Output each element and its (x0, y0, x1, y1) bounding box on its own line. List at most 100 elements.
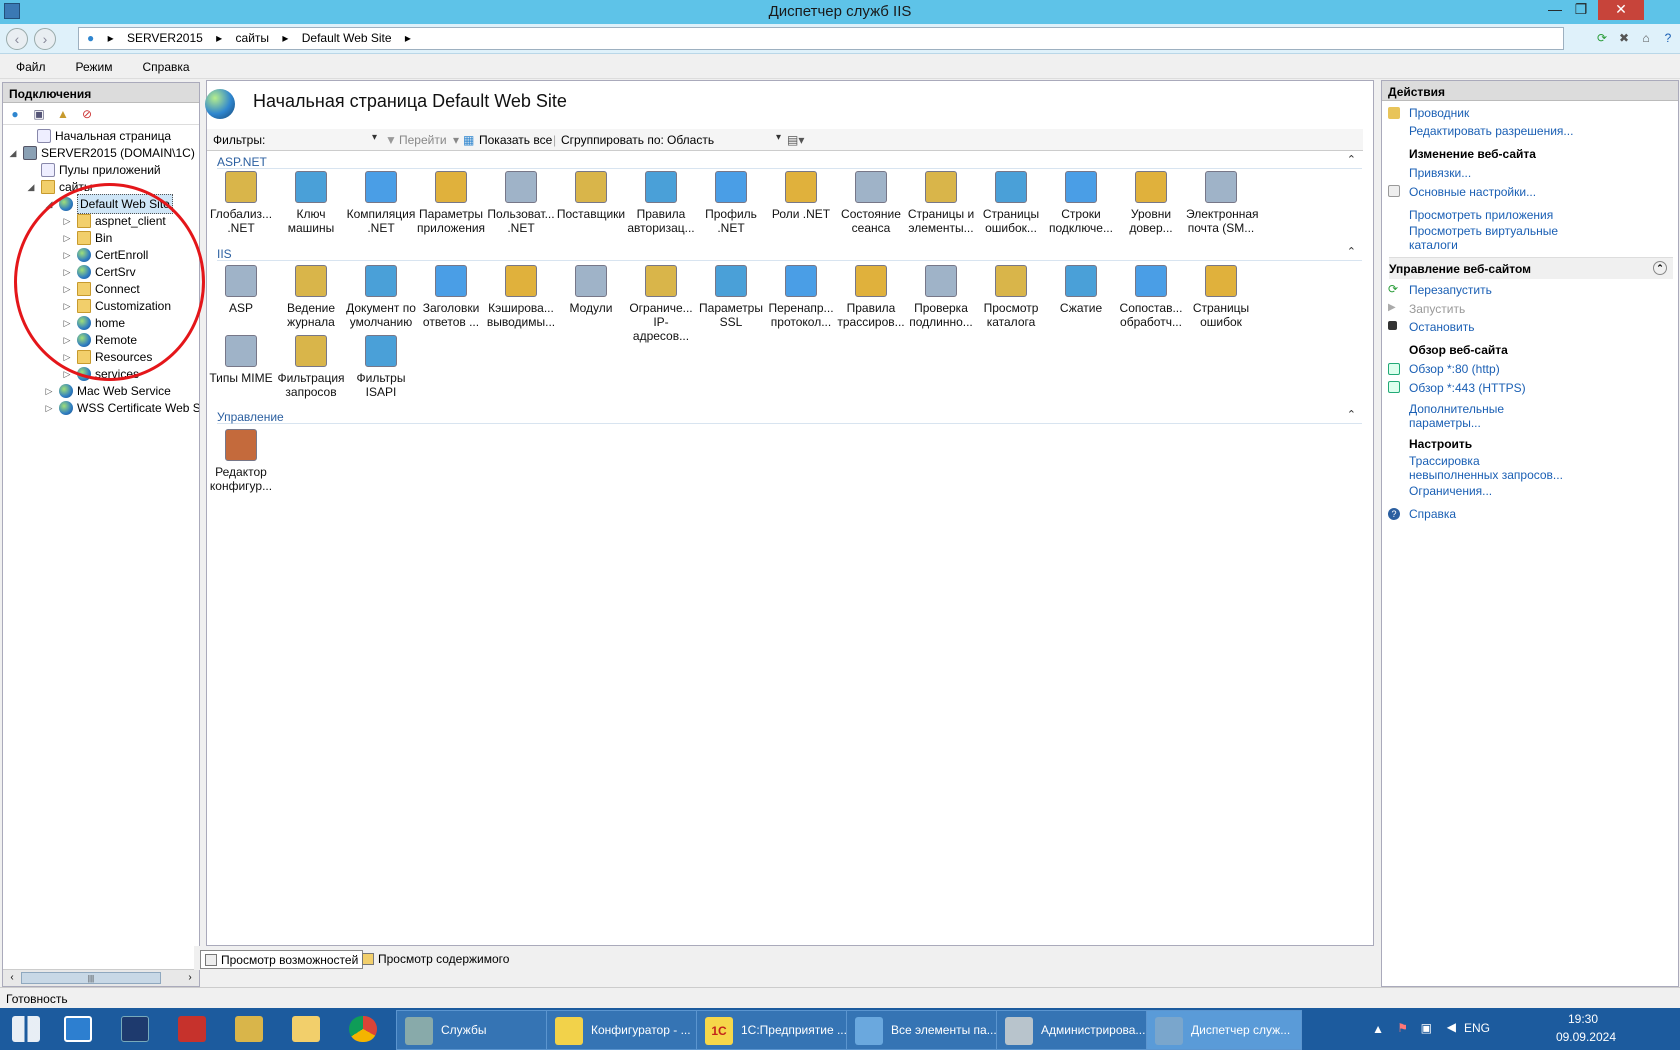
scroll-left-icon[interactable]: ‹ (5, 971, 19, 985)
feature-item[interactable]: Сопостав... обработч... (1116, 265, 1186, 329)
go-dropdown-icon[interactable]: ▾ (453, 133, 459, 147)
action-restart[interactable]: Перезапустить (1409, 283, 1492, 297)
tree-item[interactable]: ▷ aspnet_client (61, 212, 166, 230)
tree-item[interactable]: ▷ CertEnroll (61, 246, 148, 264)
feature-item[interactable]: Состояние сеанса (836, 171, 906, 235)
view-mode-icon[interactable]: ▤▾ (787, 133, 804, 147)
collapse-chevron-icon[interactable]: ⌃ (1653, 261, 1667, 275)
feature-item[interactable]: Глобализ... .NET (206, 171, 276, 235)
collapse-chevron-icon[interactable]: ⌃ (1347, 408, 1356, 421)
scroll-thumb[interactable]: ||| (21, 972, 161, 984)
action-edit-permissions[interactable]: Редактировать разрешения... (1409, 124, 1573, 138)
stop-icon[interactable]: ✖ (1616, 30, 1632, 46)
menu-mode[interactable]: Режим (60, 55, 127, 74)
back-button[interactable]: ‹ (6, 28, 28, 50)
action-stop[interactable]: Остановить (1409, 320, 1475, 334)
collapse-chevron-icon[interactable]: ⌃ (1347, 153, 1356, 166)
taskbar-pin[interactable] (52, 1008, 104, 1050)
menu-help[interactable]: Справка (127, 55, 204, 74)
action-explorer[interactable]: Проводник (1409, 106, 1469, 120)
feature-item[interactable]: Фильтрация запросов (276, 335, 346, 399)
start-button[interactable] (0, 1008, 52, 1050)
collapse-icon[interactable]: ◢ (7, 144, 19, 162)
taskbar-pin[interactable] (337, 1008, 389, 1050)
section-iis[interactable]: IIS ⌃ (217, 245, 1362, 261)
save-icon[interactable]: ▣ (31, 106, 47, 122)
action-start[interactable]: Запустить (1409, 302, 1465, 316)
group-by-select[interactable]: Область (665, 131, 783, 149)
scroll-right-icon[interactable]: › (183, 971, 197, 985)
tree-item[interactable]: ▷ WSS Certificate Web S (43, 399, 199, 417)
tree-item[interactable]: ▷ Remote (61, 331, 137, 349)
collapse-icon[interactable]: ◢ (43, 195, 55, 213)
tree-item[interactable]: Начальная страница (25, 127, 171, 145)
feature-item[interactable]: Страницы ошибок (1186, 265, 1256, 329)
tree-item[interactable]: Пулы приложений (41, 161, 161, 179)
action-bindings[interactable]: Привязки... (1409, 166, 1471, 180)
tree-item[interactable]: ◢ SERVER2015 (DOMAIN\1C) (7, 144, 195, 162)
tree-item[interactable]: ▷ home (61, 314, 125, 332)
feature-item[interactable]: Строки подключе... (1046, 171, 1116, 235)
network-icon[interactable]: ▣ (1421, 1021, 1432, 1035)
feature-item[interactable]: Перенапр... протокол... (766, 265, 836, 329)
minimize-button[interactable]: — (1542, 0, 1568, 20)
tree-item[interactable]: ▷ services (61, 365, 139, 383)
feature-item[interactable]: Поставщики (556, 171, 626, 221)
feature-item[interactable]: Параметры SSL (696, 265, 766, 329)
feature-item[interactable]: Модули (556, 265, 626, 315)
tree-item[interactable]: ▷ Connect (61, 280, 140, 298)
task-configurator[interactable]: Конфигуратор - ... (546, 1010, 702, 1050)
collapse-chevron-icon[interactable]: ⌃ (1347, 245, 1356, 258)
feature-item[interactable]: Компиляция .NET (346, 171, 416, 235)
feature-item[interactable]: Фильтры ISAPI (346, 335, 416, 399)
restore-button[interactable]: ❐ (1568, 0, 1594, 20)
feature-item[interactable]: Просмотр каталога (976, 265, 1046, 329)
action-view-applications[interactable]: Просмотреть приложения (1409, 208, 1553, 222)
tree-item-selected[interactable]: ◢ Default Web Site (43, 194, 173, 214)
address-part-server[interactable]: SERVER2015 (127, 31, 203, 45)
tree-item[interactable]: ▷ Bin (61, 229, 112, 247)
feature-item[interactable]: Ключ машины (276, 171, 346, 235)
address-part-sites[interactable]: сайты (236, 31, 270, 45)
feature-item[interactable]: Сжатие (1046, 265, 1116, 315)
taskbar-pin[interactable] (280, 1008, 332, 1050)
volume-icon[interactable]: ◀ (1447, 1020, 1456, 1034)
feature-item[interactable]: Ограниче... IP-адресов... (626, 265, 696, 343)
tree-item[interactable]: ▷ Resources (61, 348, 152, 366)
forward-button[interactable]: › (34, 28, 56, 50)
tab-features-view[interactable]: Просмотр возможностей (200, 950, 364, 969)
tab-content-view[interactable]: Просмотр содержимого (358, 950, 513, 969)
feature-item[interactable]: Проверка подлинно... (906, 265, 976, 329)
feature-item[interactable]: Заголовки ответов ... (416, 265, 486, 329)
feature-item[interactable]: Редактор конфигур... (206, 429, 276, 493)
task-iis-manager[interactable]: Диспетчер служ... (1146, 1010, 1302, 1050)
taskbar-pin[interactable] (109, 1008, 161, 1050)
feature-item[interactable]: Ведение журнала (276, 265, 346, 329)
action-failed-request-tracing[interactable]: Трассировка невыполненных запросов... (1409, 454, 1563, 482)
feature-item[interactable]: Кэширова... выводимы... (486, 265, 556, 329)
task-services[interactable]: Службы (396, 1010, 552, 1050)
taskbar-pin[interactable] (223, 1008, 275, 1050)
horizontal-scrollbar[interactable]: ‹ ||| › (3, 969, 199, 986)
feature-item[interactable]: Профиль .NET (696, 171, 766, 235)
section-aspnet[interactable]: ASP.NET ⌃ (217, 153, 1362, 169)
action-advanced-settings[interactable]: Дополнительные параметры... (1409, 402, 1504, 430)
refresh-icon[interactable]: ⟳ (1594, 30, 1610, 46)
feature-item[interactable]: Страницы ошибок... (976, 171, 1046, 235)
feature-item[interactable]: Правила авторизац... (626, 171, 696, 235)
task-1c-enterprise[interactable]: 1С 1С:Предприятие ... (696, 1010, 852, 1050)
up-folder-icon[interactable]: ▲ (55, 106, 71, 122)
feature-item[interactable]: Роли .NET (766, 171, 836, 221)
task-control-panel[interactable]: Все элементы па... (846, 1010, 1002, 1050)
clock-time[interactable]: 19:30 (1568, 1012, 1598, 1026)
feature-item[interactable]: ASP (206, 265, 276, 315)
action-browse-80[interactable]: Обзор *:80 (http) (1409, 362, 1500, 376)
tree-item[interactable]: ▷ Customization (61, 297, 171, 315)
disconnect-icon[interactable]: ⊘ (79, 106, 95, 122)
feature-item[interactable]: Электронная почта (SM... (1186, 171, 1259, 235)
action-help[interactable]: Справка (1409, 507, 1456, 521)
tree-item[interactable]: ▷ CertSrv (61, 263, 136, 281)
action-limits[interactable]: Ограничения... (1409, 484, 1492, 498)
action-browse-443[interactable]: Обзор *:443 (HTTPS) (1409, 381, 1526, 395)
help-icon[interactable]: ? (1660, 30, 1676, 46)
